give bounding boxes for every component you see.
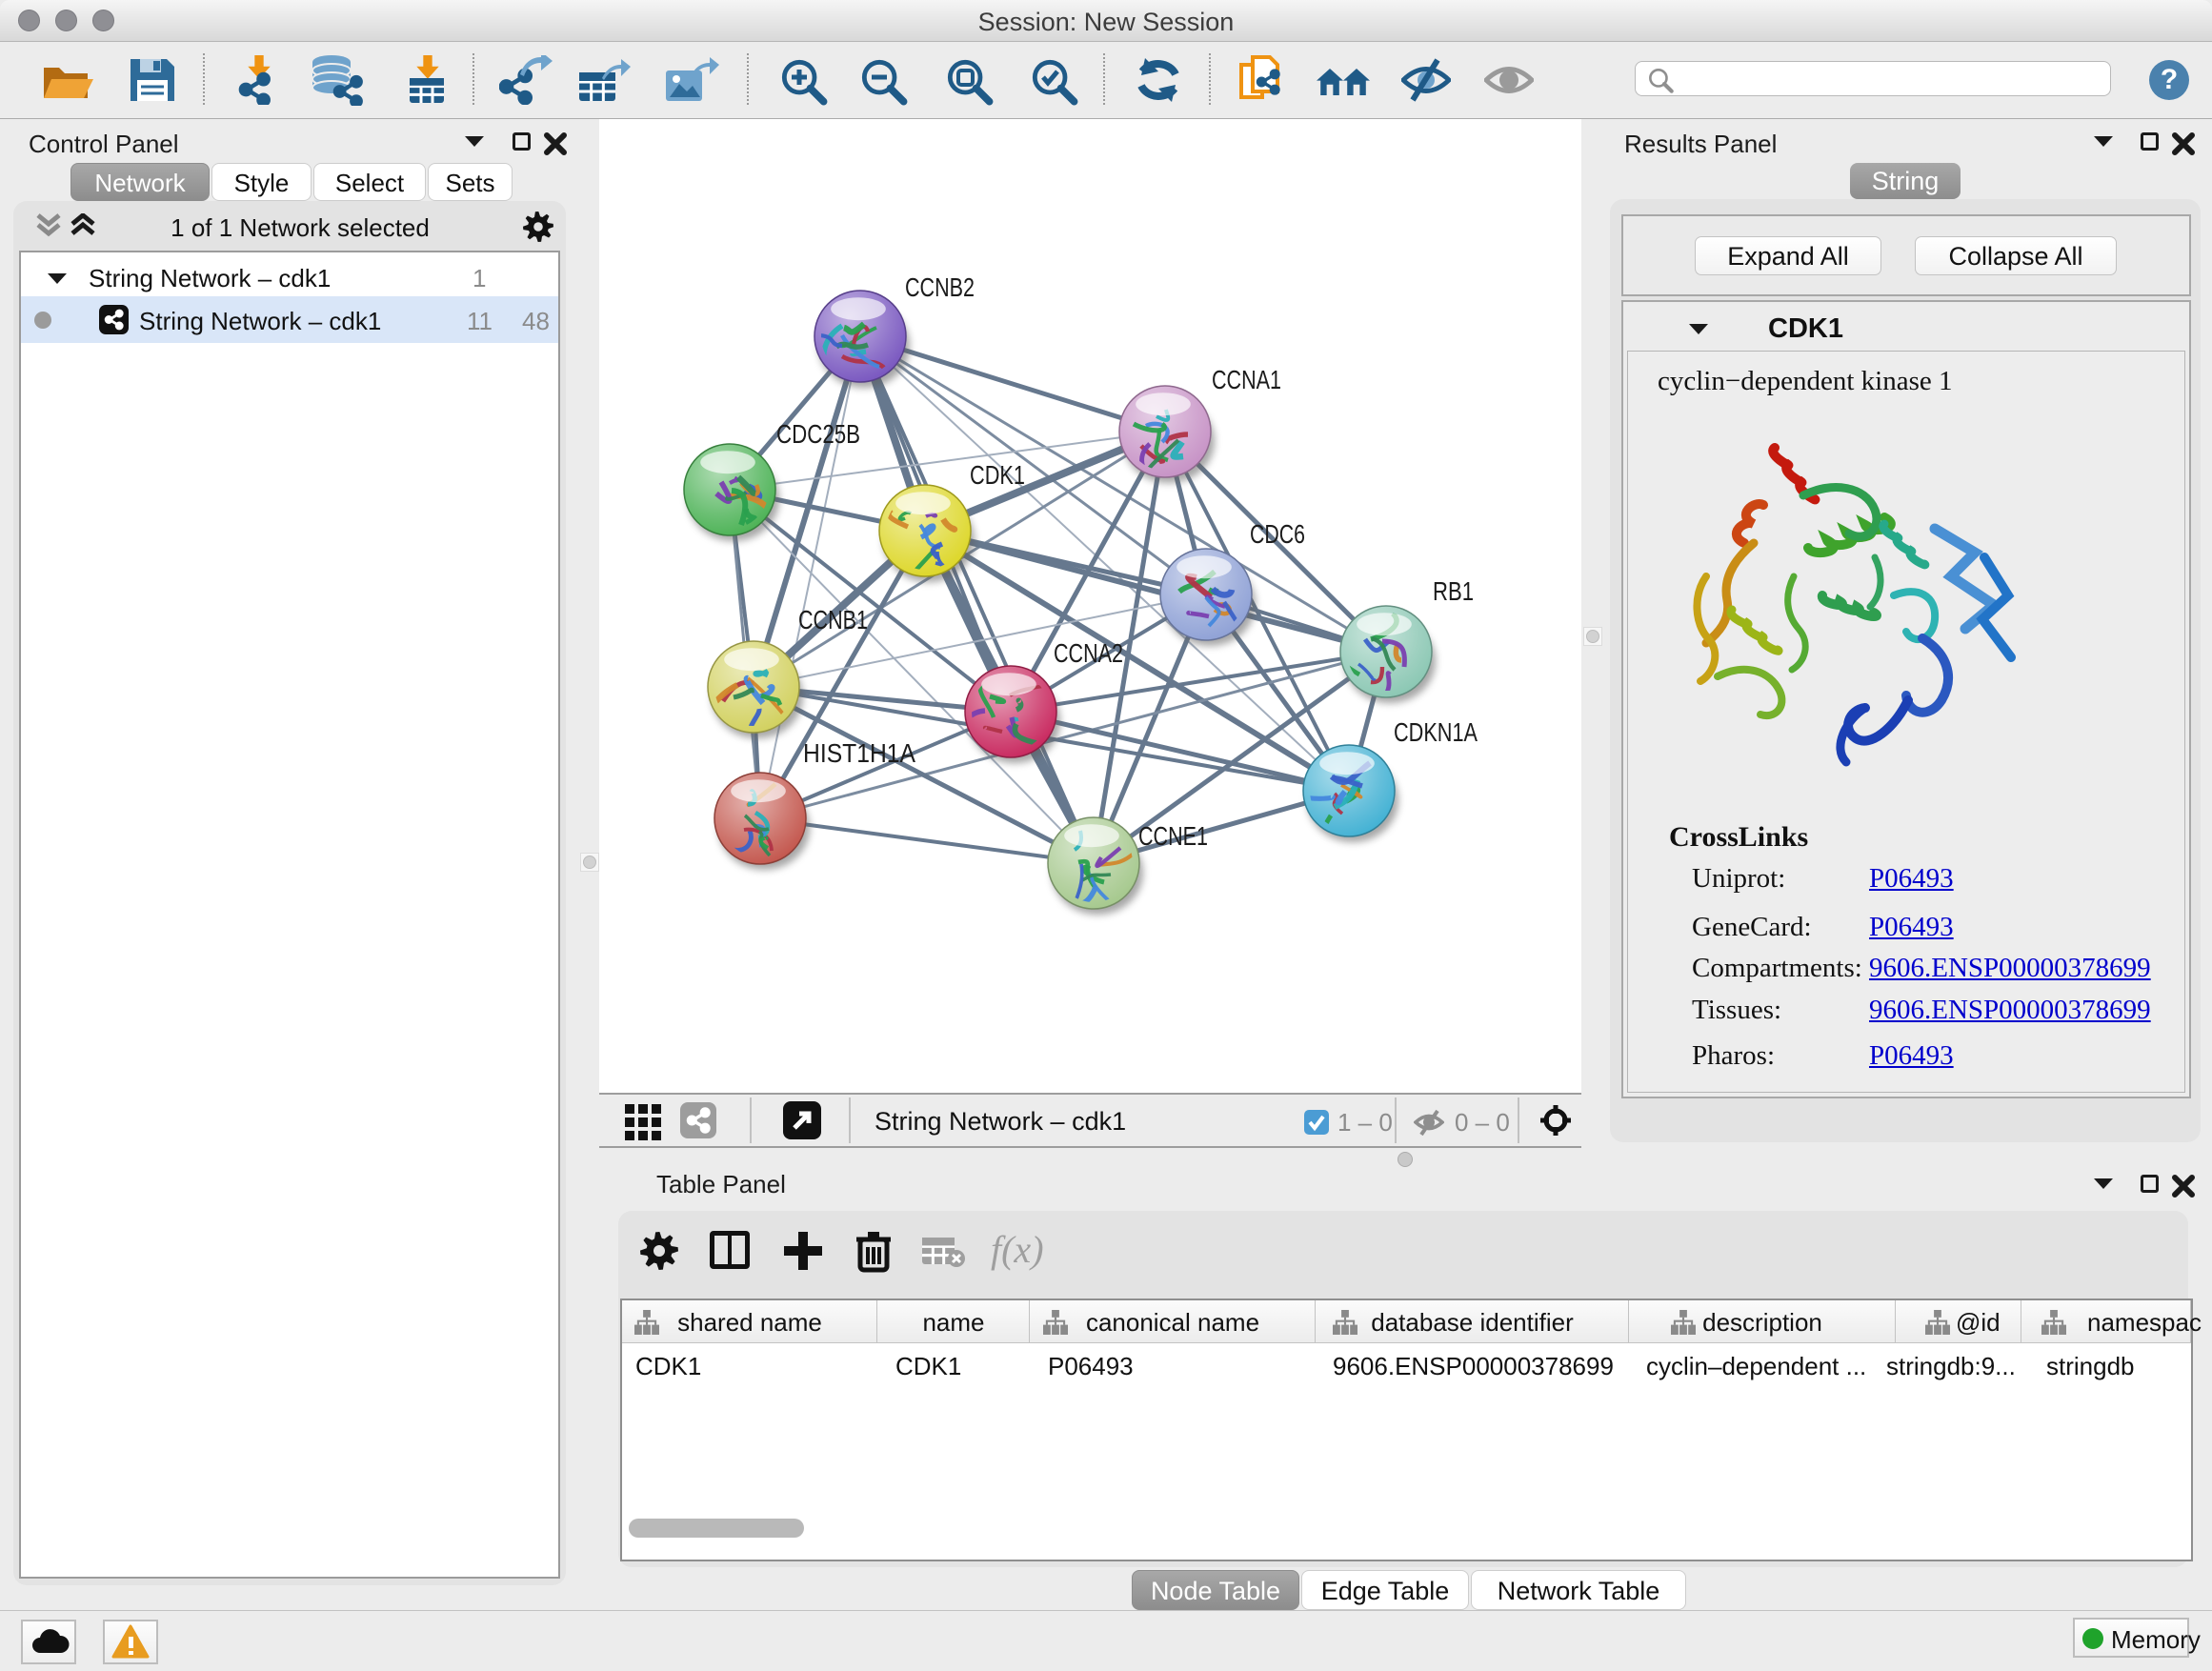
svg-text:CDKN1A: CDKN1A [1394, 717, 1478, 747]
svg-text:CCNA2: CCNA2 [1054, 638, 1123, 668]
svg-text:CCNA1: CCNA1 [1212, 365, 1281, 394]
svg-text:CCNE1: CCNE1 [1138, 821, 1208, 851]
svg-text:CDK1: CDK1 [970, 460, 1025, 490]
svg-text:RB1: RB1 [1433, 576, 1474, 606]
svg-text:CDC6: CDC6 [1250, 519, 1305, 549]
svg-text:HIST1H1A: HIST1H1A [803, 738, 915, 768]
svg-text:CCNB2: CCNB2 [905, 272, 975, 302]
svg-text:CDC25B: CDC25B [776, 419, 860, 449]
svg-text:CCNB1: CCNB1 [798, 605, 868, 634]
